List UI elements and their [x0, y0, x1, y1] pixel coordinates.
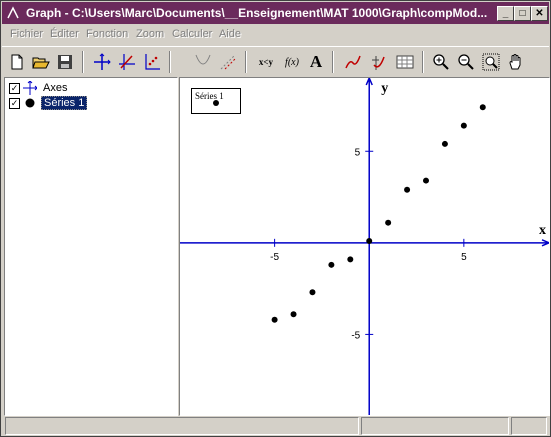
hand-icon[interactable]: [505, 51, 527, 73]
title-bar[interactable]: Graph - C:\Users\Marc\Documents\__Enseig…: [2, 2, 549, 24]
zoom-out-icon[interactable]: [455, 51, 477, 73]
data-point: [423, 177, 429, 184]
tangent-icon[interactable]: [192, 51, 214, 73]
table-icon[interactable]: [394, 51, 416, 73]
insert-label-icon[interactable]: [116, 51, 138, 73]
data-point: [271, 316, 278, 323]
data-point: [385, 219, 392, 226]
y-tick-label: 5: [355, 147, 361, 158]
menu-fonction[interactable]: Fonction: [86, 28, 128, 40]
data-point: [309, 289, 316, 296]
minimize-button[interactable]: _: [497, 6, 514, 21]
menu-calculer[interactable]: Calculer: [172, 28, 212, 40]
data-point: [441, 140, 448, 147]
status-bar: [2, 416, 549, 436]
data-point: [479, 104, 486, 111]
eval-icon[interactable]: [368, 51, 390, 73]
menu-fichier[interactable]: Fichier: [10, 28, 43, 40]
y-tick-label: -5: [351, 330, 360, 341]
axes-checkbox[interactable]: ✓: [9, 82, 20, 94]
status-panel-main: [5, 417, 359, 435]
shade-icon[interactable]: [217, 51, 239, 73]
open-folder-icon[interactable]: [30, 51, 52, 73]
save-icon[interactable]: [54, 51, 76, 73]
menu-bar: Fichier Éditer Fonction Zoom Calculer Ai…: [2, 25, 549, 45]
zoom-in-icon[interactable]: [430, 51, 452, 73]
maximize-button[interactable]: □: [514, 6, 531, 21]
graph-area[interactable]: x y -5 5 5 -5 Séries 1: [179, 77, 550, 416]
x-tick-label: 5: [461, 252, 467, 263]
status-panel-grip: [511, 417, 547, 435]
data-point: [347, 256, 354, 263]
insert-point-series-icon[interactable]: [141, 51, 163, 73]
data-point: [366, 238, 373, 245]
toolbar-separator: [332, 51, 334, 73]
axes-icon[interactable]: [91, 51, 113, 73]
tree-item-axes[interactable]: ✓ Axes: [9, 81, 69, 95]
toolbar-separator: [169, 51, 171, 73]
data-point: [328, 261, 335, 268]
tree-item-series-1[interactable]: ✓ Séries 1: [9, 96, 88, 110]
app-window: Graph - C:\Users\Marc\Documents\__Enseig…: [0, 0, 551, 437]
toolbar-separator: [422, 51, 424, 73]
window-title: Graph - C:\Users\Marc\Documents\__Enseig…: [26, 6, 488, 20]
toolbar-separator: [82, 51, 84, 73]
point-icon: [25, 98, 35, 108]
menu-aide[interactable]: Aide: [219, 28, 241, 40]
legend-marker: [213, 100, 219, 106]
menu-zoom[interactable]: Zoom: [136, 28, 164, 40]
x-tick-label: -5: [270, 252, 279, 263]
data-point: [290, 311, 297, 318]
toolbar-separator: [245, 51, 247, 73]
y-axis-label: y: [381, 81, 388, 96]
zoom-window-icon[interactable]: [480, 51, 502, 73]
table-xy-icon[interactable]: x<y: [255, 51, 277, 73]
status-panel-coords: [361, 417, 509, 435]
text-icon[interactable]: A: [305, 51, 327, 73]
trendline-icon[interactable]: [342, 51, 364, 73]
legend: Séries 1: [191, 88, 241, 114]
tree-item-label: Axes: [43, 82, 68, 94]
object-tree-panel[interactable]: ✓ Axes ✓ Séries 1: [4, 77, 178, 416]
close-button[interactable]: ✕: [531, 6, 548, 21]
data-point: [404, 186, 411, 193]
menu-editer[interactable]: Éditer: [50, 28, 79, 40]
toolbar: x<y f(x) A: [2, 46, 549, 77]
scatter-plot[interactable]: x y -5 5 5 -5: [180, 78, 549, 415]
x-axis-label: x: [539, 223, 546, 238]
tree-item-label: Séries 1: [41, 96, 88, 110]
new-file-icon[interactable]: [6, 51, 28, 73]
app-icon: [7, 6, 19, 19]
function-f-icon[interactable]: f(x): [281, 51, 303, 73]
data-point: [460, 122, 467, 129]
axes-icon: [23, 81, 37, 95]
series-1-checkbox[interactable]: ✓: [9, 97, 20, 109]
